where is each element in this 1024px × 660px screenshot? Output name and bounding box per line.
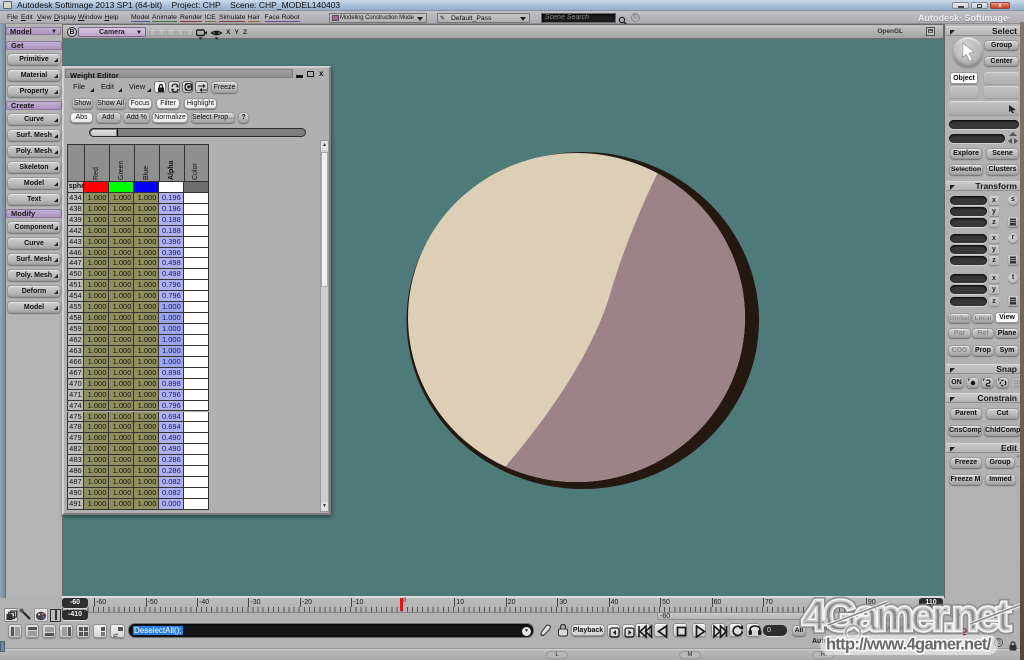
svg-text:http://www.4gamer.net/: http://www.4gamer.net/ [826,636,992,654]
svg-text:4Gamer.net: 4Gamer.net [802,592,1011,641]
